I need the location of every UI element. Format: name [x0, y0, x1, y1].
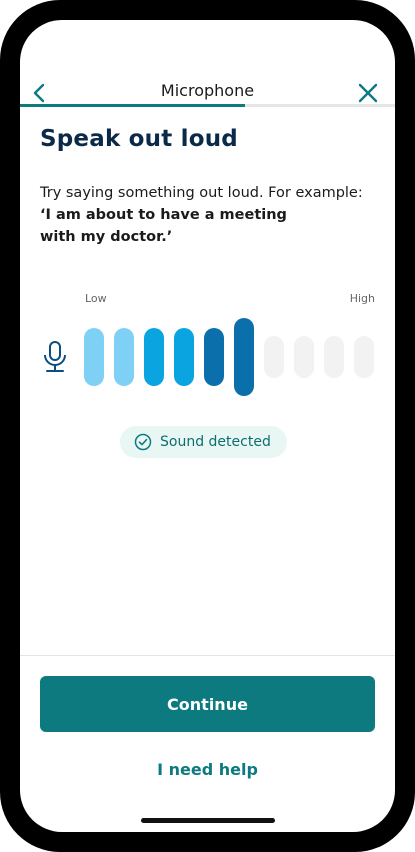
level-bar-active — [84, 328, 104, 386]
instruction-text: Try saying something out loud. For examp… — [40, 185, 363, 201]
level-bar-inactive — [354, 336, 374, 378]
instructions: Try saying something out loud. For examp… — [40, 182, 380, 248]
level-bar-inactive — [264, 336, 284, 378]
level-bar-active — [204, 328, 224, 386]
status-badge-label: Sound detected — [160, 434, 271, 450]
level-bar-active — [234, 318, 254, 396]
level-bar-inactive — [324, 336, 344, 378]
help-link[interactable]: I need help — [20, 760, 395, 779]
close-icon — [358, 83, 378, 103]
status-badge: Sound detected — [120, 426, 287, 458]
level-bar-active — [144, 328, 164, 386]
check-circle-icon — [134, 433, 152, 451]
phone-frame: Microphone Speak out loud Try saying som… — [0, 0, 415, 852]
microphone-icon — [44, 341, 66, 372]
section-title: Speak out loud — [40, 126, 238, 152]
level-bar-active — [114, 328, 134, 386]
progress-bar — [20, 104, 395, 107]
continue-button[interactable]: Continue — [40, 676, 375, 732]
level-bar-active — [174, 328, 194, 386]
progress-bar-fill — [20, 104, 245, 107]
level-bar-inactive — [294, 336, 314, 378]
level-low-label: Low — [85, 292, 107, 305]
sound-level-meter — [84, 318, 376, 396]
app-screen: Microphone Speak out loud Try saying som… — [20, 20, 395, 832]
example-phrase: ‘I am about to have a meeting with my do… — [40, 207, 287, 245]
level-high-label: High — [349, 292, 375, 305]
page-title: Microphone — [160, 81, 255, 100]
home-indicator — [141, 818, 275, 823]
footer-divider — [20, 655, 395, 656]
